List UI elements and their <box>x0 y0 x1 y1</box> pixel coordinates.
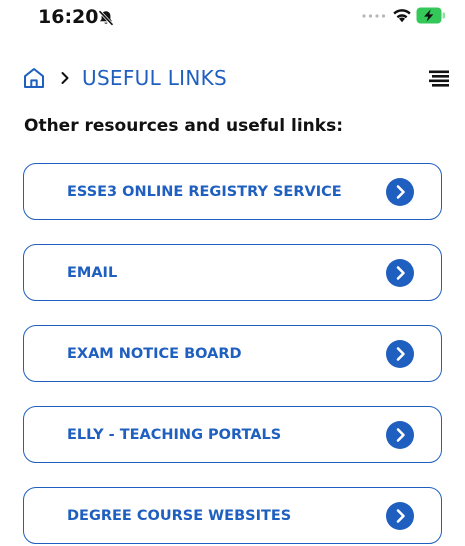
hamburger-menu-icon[interactable] <box>429 70 449 87</box>
bell-slash-icon <box>98 10 114 26</box>
chevron-right-circle-icon <box>386 177 414 206</box>
link-label: ELLY - TEACHING PORTALS <box>67 426 282 443</box>
link-button-esse3[interactable]: ESSE3 ONLINE REGISTRY SERVICE <box>23 163 442 220</box>
useful-links-screen: 16:20 USEFUL LINKS Other resources and u… <box>0 0 465 546</box>
link-label: DEGREE COURSE WEBSITES <box>67 507 292 524</box>
link-button-exam-notice-board[interactable]: EXAM NOTICE BOARD <box>23 325 442 382</box>
link-button-elly-teaching-portals[interactable]: ELLY - TEACHING PORTALS <box>23 406 442 463</box>
breadcrumb-current-page: USEFUL LINKS <box>82 66 228 90</box>
home-icon[interactable] <box>22 66 46 90</box>
link-label: EMAIL <box>67 264 118 281</box>
battery-charging-icon <box>416 7 445 24</box>
chevron-right-circle-icon <box>386 339 414 368</box>
signal-dots-icon <box>362 14 386 18</box>
status-time: 16:20 <box>38 6 99 28</box>
chevron-right-circle-icon <box>386 258 414 287</box>
link-button-email[interactable]: EMAIL <box>23 244 442 301</box>
link-button-degree-course-websites[interactable]: DEGREE COURSE WEBSITES <box>23 487 442 544</box>
chevron-right-circle-icon <box>386 420 414 449</box>
wifi-icon <box>393 9 411 23</box>
breadcrumb: USEFUL LINKS <box>22 64 227 92</box>
chevron-right-circle-icon <box>386 501 414 530</box>
links-list: ESSE3 ONLINE REGISTRY SERVICE EMAIL EXAM… <box>23 163 442 546</box>
section-title: Other resources and useful links: <box>24 116 343 136</box>
chevron-right-icon <box>61 72 69 84</box>
link-label: EXAM NOTICE BOARD <box>67 345 242 362</box>
status-bar: 16:20 <box>0 0 465 36</box>
link-label: ESSE3 ONLINE REGISTRY SERVICE <box>67 183 342 200</box>
